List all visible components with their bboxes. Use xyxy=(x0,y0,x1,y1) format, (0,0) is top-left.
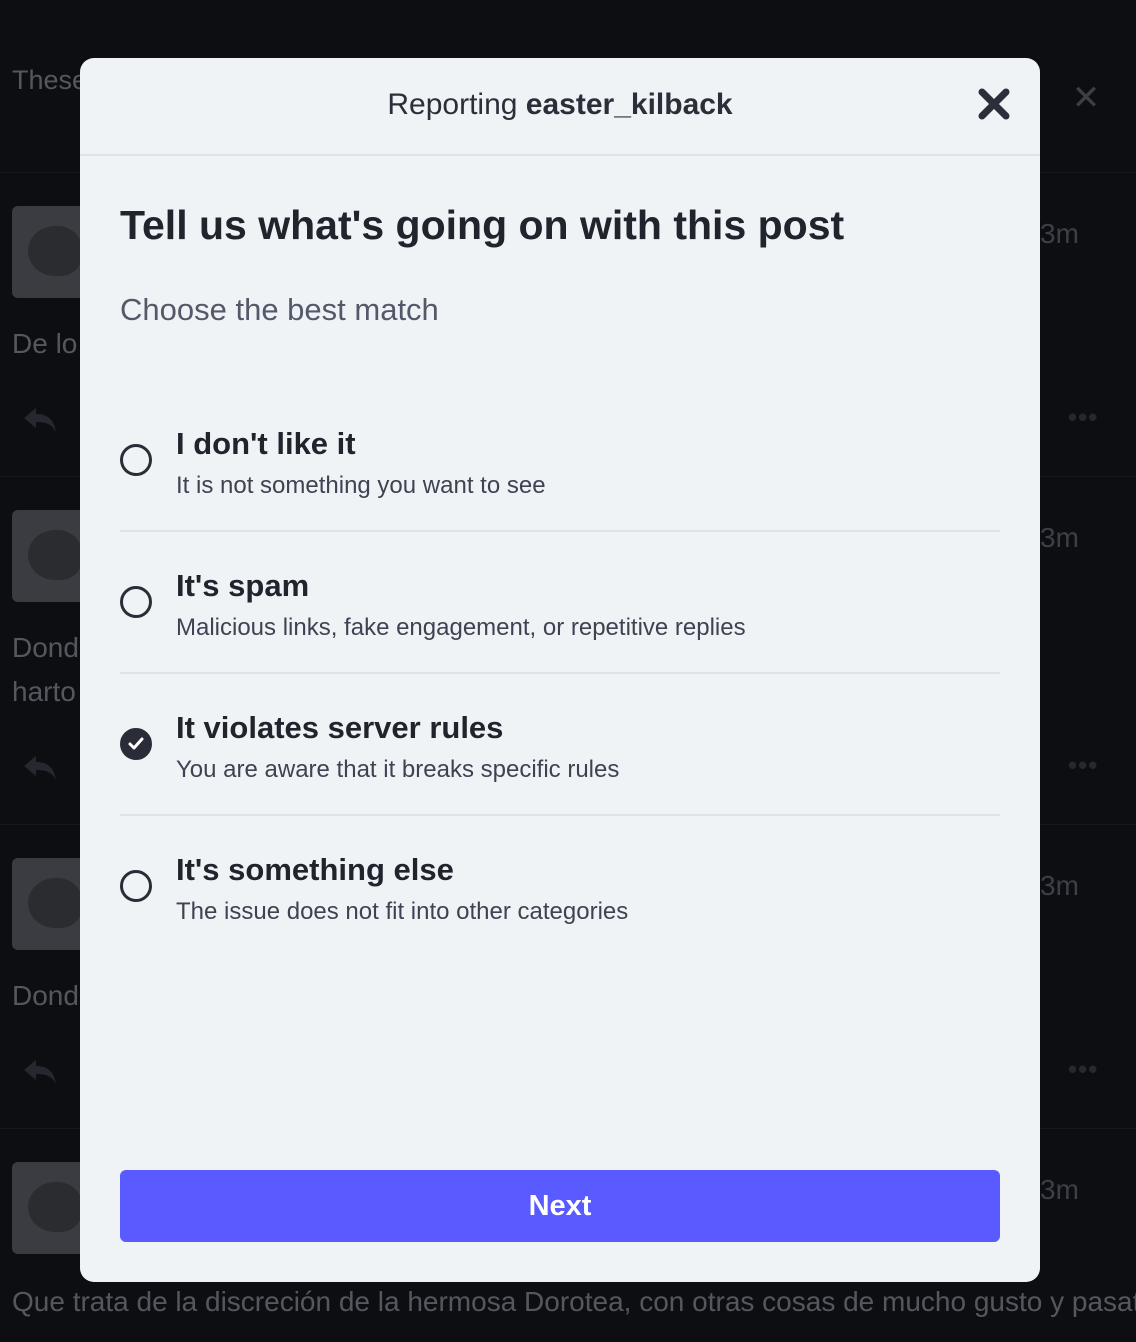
report-dialog: Reporting easter_kilback Tell us what's … xyxy=(80,58,1040,1282)
reported-username: easter_kilback xyxy=(525,88,733,121)
report-options: I don't like it It is not something you … xyxy=(120,390,1000,956)
dialog-header: Reporting easter_kilback xyxy=(80,58,1040,156)
next-button[interactable]: Next xyxy=(120,1170,1000,1242)
option-label: I don't like it xyxy=(176,426,356,461)
option-violation[interactable]: It violates server rules You are aware t… xyxy=(120,674,1000,816)
option-description: It is not something you want to see xyxy=(176,472,546,499)
option-other[interactable]: It's something else The issue does not f… xyxy=(120,816,1000,956)
option-label: It's spam xyxy=(176,568,310,603)
radio-button[interactable] xyxy=(120,586,152,618)
option-label: It violates server rules xyxy=(176,710,504,745)
option-dislike[interactable]: I don't like it It is not something you … xyxy=(120,390,1000,532)
radio-button-checked[interactable] xyxy=(120,728,152,760)
close-icon[interactable] xyxy=(976,86,1012,122)
radio-button[interactable] xyxy=(120,870,152,902)
radio-button[interactable] xyxy=(120,444,152,476)
option-description: The issue does not fit into other catego… xyxy=(176,898,629,925)
option-label: It's something else xyxy=(176,852,454,887)
dialog-subheading: Choose the best match xyxy=(120,292,439,327)
checkmark-icon xyxy=(128,737,144,750)
option-spam[interactable]: It's spam Malicious links, fake engageme… xyxy=(120,532,1000,674)
dialog-heading: Tell us what's going on with this post xyxy=(120,202,845,248)
dialog-title-prefix: Reporting xyxy=(387,88,526,121)
option-description: You are aware that it breaks specific ru… xyxy=(176,756,620,783)
dialog-title: Reporting easter_kilback xyxy=(80,58,1040,154)
option-description: Malicious links, fake engagement, or rep… xyxy=(176,614,746,641)
